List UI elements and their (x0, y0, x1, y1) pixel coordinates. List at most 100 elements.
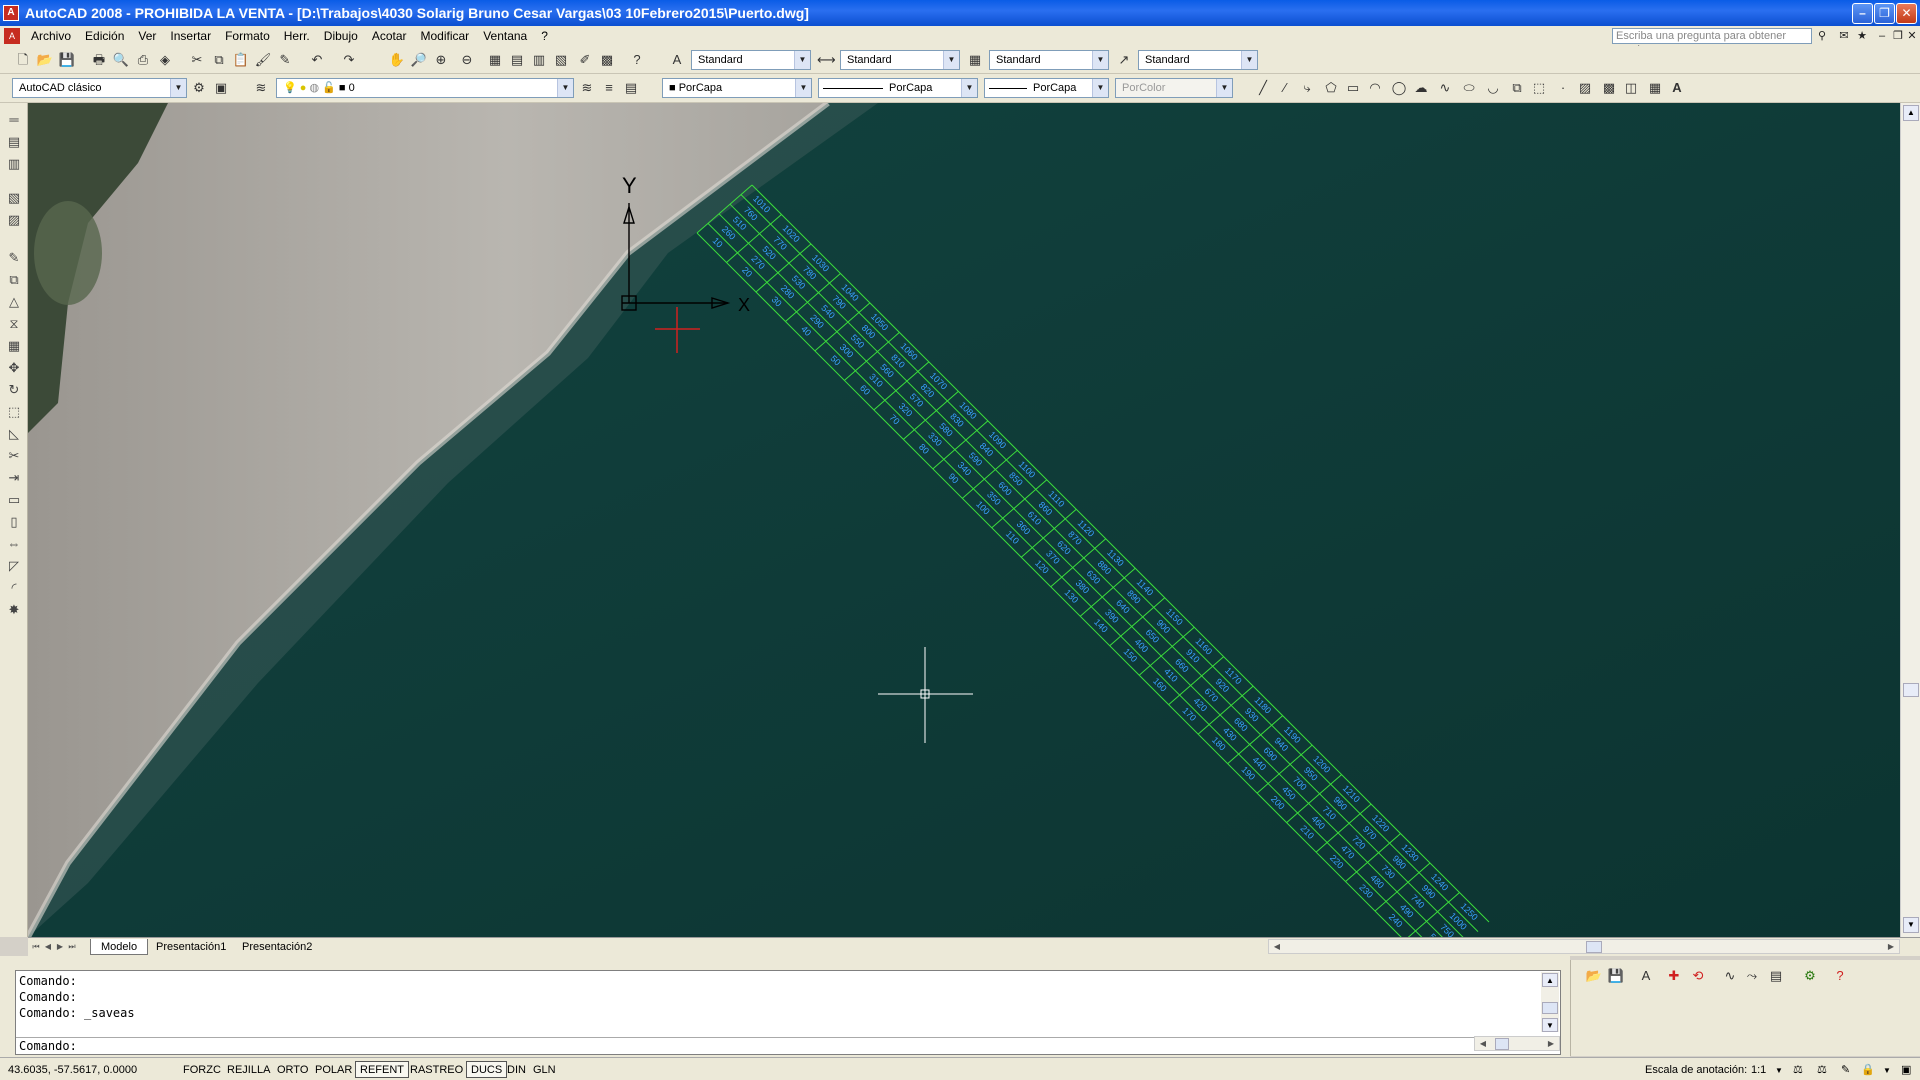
snap-tools-icon[interactable]: ✚ (1665, 967, 1683, 985)
array-icon[interactable]: ▦ (5, 337, 23, 355)
polar-tracking-icon[interactable]: ⟲ (1689, 967, 1707, 985)
chevron-down-icon[interactable]: ▼ (943, 51, 959, 69)
break-at-point-icon[interactable]: ▭ (5, 491, 23, 509)
explode-icon[interactable]: ✸ (5, 601, 23, 619)
toggle-ducs[interactable]: DUCS (466, 1061, 508, 1078)
command-scroll-thumb[interactable] (1542, 1002, 1558, 1014)
spline-edit-icon[interactable]: ⤳ (1743, 967, 1761, 985)
design-center-icon[interactable]: ▤ (508, 51, 526, 69)
menu-archivo[interactable]: Archivo (24, 29, 78, 43)
circle-icon[interactable]: ◯ (1390, 79, 1408, 97)
menu-herramientas[interactable]: Herr. (277, 29, 317, 43)
menu-acotar[interactable]: Acotar (365, 29, 414, 43)
table-style-combo[interactable]: Standard ▼ (989, 50, 1109, 70)
quick-select-icon[interactable]: ▨ (5, 211, 23, 229)
multileader-style-combo[interactable]: Standard ▼ (1138, 50, 1258, 70)
menu-ver[interactable]: Ver (131, 29, 163, 43)
prev-tab-arrow-icon[interactable]: ◀ (42, 941, 54, 953)
fillet-icon[interactable]: ◜ (5, 579, 23, 597)
chevron-down-icon[interactable]: ▼ (794, 51, 810, 69)
new-file-icon[interactable]: 🗋 (14, 51, 32, 69)
drawing-canvas-svg[interactable]: 1010102010301040105010601070108010901100… (28, 103, 1900, 937)
polyline-icon[interactable]: ⤷ (1298, 79, 1316, 97)
chevron-down-icon[interactable]: ▼ (1770, 1061, 1788, 1078)
zoom-previous-icon[interactable]: ⊖ (458, 51, 476, 69)
chevron-down-icon[interactable]: ▼ (170, 79, 186, 97)
match-properties-icon[interactable]: 🖌 (254, 51, 272, 69)
ellipse-icon[interactable]: ⬭ (1460, 79, 1478, 97)
paste-icon[interactable]: 📋 (232, 51, 250, 69)
scroll-thumb[interactable] (1903, 683, 1919, 697)
coordinates-readout[interactable]: 43.6035, -57.5617, 0.0000 (3, 1061, 173, 1078)
workspace-combo[interactable]: AutoCAD clásico ▼ (12, 78, 187, 98)
vertical-scrollbar[interactable]: ▲ ▼ (1900, 103, 1920, 937)
polyline-edit-icon[interactable]: ∿ (1721, 967, 1739, 985)
chevron-down-icon[interactable]: ▼ (1092, 79, 1108, 97)
layer-tools-icon[interactable]: ▤ (1767, 967, 1785, 985)
draw-panel-handle-icon[interactable]: ═ (5, 111, 23, 129)
calculator-icon[interactable]: ▩ (598, 51, 616, 69)
doc-close-button[interactable]: ✕ (1904, 28, 1920, 44)
linetype-combo[interactable]: PorCapa ▼ (818, 78, 978, 98)
command-horizontal-scrollbar[interactable]: ◀ ▶ (1474, 1036, 1560, 1051)
block-editor-icon[interactable]: ✎ (276, 51, 294, 69)
layer-states-icon[interactable]: ≡ (600, 79, 618, 97)
command-history[interactable]: Comando: Comando: Comando: _saveas Coman… (15, 970, 1561, 1055)
dim-style-combo[interactable]: Standard ▼ (840, 50, 960, 70)
pan-icon[interactable]: ✋ (388, 51, 406, 69)
table-style-icon[interactable]: ▦ (966, 51, 984, 69)
multiline-text-icon[interactable]: A (1668, 79, 1686, 97)
layer-isolate-icon[interactable]: ▤ (622, 79, 640, 97)
cut-icon[interactable]: ✂ (188, 51, 206, 69)
copy-icon[interactable]: ⧉ (210, 51, 228, 69)
properties-icon[interactable]: ▦ (486, 51, 504, 69)
pencil-icon[interactable]: ✎ (1836, 1061, 1855, 1078)
gear-settings-icon[interactable]: ⚙ (1801, 967, 1819, 985)
chevron-down-icon[interactable]: ▼ (961, 79, 977, 97)
doc-minimize-button[interactable]: – (1874, 28, 1890, 44)
chevron-down-icon[interactable]: ▼ (1878, 1061, 1896, 1078)
communication-center-icon[interactable]: ✉ (1836, 28, 1852, 44)
undo-icon[interactable]: ↶ (308, 51, 326, 69)
text-tools-icon[interactable]: A (1637, 967, 1655, 985)
rotate-icon[interactable]: ↻ (5, 381, 23, 399)
minimize-button[interactable]: – (1852, 3, 1873, 24)
annotation-scale-value[interactable]: 1:1 (1746, 1061, 1771, 1078)
chevron-down-icon[interactable]: ▼ (1092, 51, 1108, 69)
toggle-gln[interactable]: GLN (528, 1061, 561, 1078)
menu-modificar[interactable]: Modificar (414, 29, 477, 43)
help-search-input[interactable]: Escriba una pregunta para obtener ayuda (1612, 28, 1812, 56)
copy-object-icon[interactable]: ⧉ (5, 271, 23, 289)
next-tab-arrow-icon[interactable]: ▶ (54, 941, 66, 953)
scroll-left-arrow-icon[interactable]: ◀ (1271, 941, 1283, 953)
lock-icon[interactable]: 🔒 (1856, 1061, 1880, 1078)
horizontal-scrollbar[interactable]: ◀ ▶ (1268, 939, 1900, 954)
workspace-settings-icon[interactable]: ⚙ (190, 79, 208, 97)
zoom-window-icon[interactable]: ⊕ (432, 51, 450, 69)
layer-previous-icon[interactable]: ≋ (578, 79, 596, 97)
layer-walk-icon[interactable]: ▤ (5, 133, 23, 151)
erase-icon[interactable]: ✎ (5, 249, 23, 267)
menu-edicion[interactable]: Edición (78, 29, 131, 43)
open-folder-icon[interactable]: 📂 (1585, 967, 1603, 985)
multileader-style-icon[interactable]: ↗ (1115, 51, 1133, 69)
line-icon[interactable]: ╱ (1254, 79, 1272, 97)
menu-dibujo[interactable]: Dibujo (317, 29, 365, 43)
scroll-right-arrow-icon[interactable]: ▶ (1885, 941, 1897, 953)
lineweight-combo[interactable]: PorCapa ▼ (984, 78, 1109, 98)
help-icon[interactable]: ? (628, 51, 646, 69)
break-icon[interactable]: ▯ (5, 513, 23, 531)
scale-icon[interactable]: ⬚ (5, 403, 23, 421)
maximize-button[interactable]: ❐ (1874, 3, 1895, 24)
chevron-down-icon[interactable]: ▼ (557, 79, 573, 97)
3d-dwf-icon[interactable]: ◈ (156, 51, 174, 69)
menu-formato[interactable]: Formato (218, 29, 277, 43)
gradient-icon[interactable]: ▩ (1600, 79, 1618, 97)
scroll-right-arrow-icon[interactable]: ▶ (1545, 1038, 1557, 1050)
ellipse-arc-icon[interactable]: ◡ (1484, 79, 1502, 97)
plot-preview-icon[interactable]: 🔍 (112, 51, 130, 69)
toggle-forzc[interactable]: FORZC (178, 1061, 226, 1078)
publish-icon[interactable]: ⎙ (134, 51, 152, 69)
make-object-layer-current-icon[interactable]: ▣ (212, 79, 230, 97)
annotation-visibility-icon[interactable]: ⚖ (1788, 1061, 1808, 1078)
